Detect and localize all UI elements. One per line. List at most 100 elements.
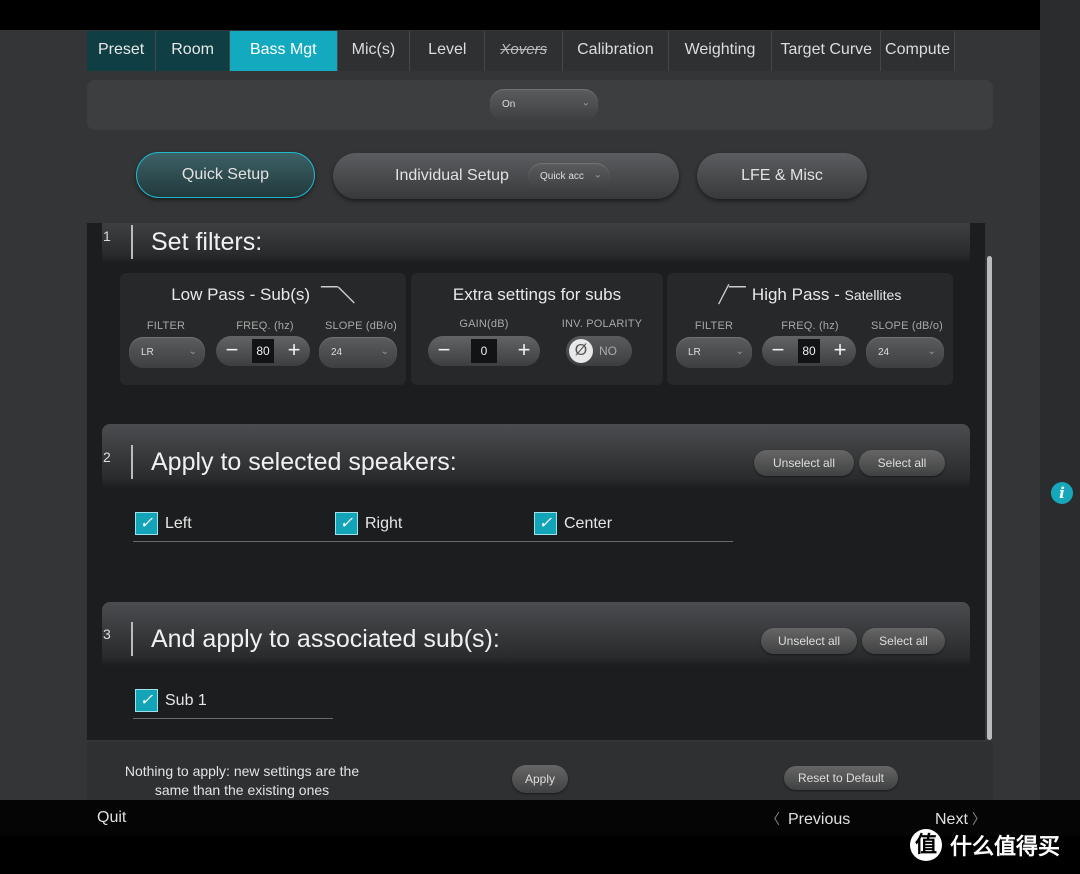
lp-filter-label: FILTER [146, 320, 186, 332]
chevron-left-icon: 〈 [766, 811, 780, 827]
gain-value[interactable]: 0 [471, 339, 497, 363]
individual-setup-select-value: Quick acc [540, 171, 584, 182]
lp-filter-value: LR [141, 347, 154, 358]
extra-settings-box: Extra settings for subs GAIN(dB) INV. PO… [411, 273, 663, 385]
chevron-down-icon: ⌄ [581, 97, 590, 109]
panel-scrollbar[interactable] [987, 256, 992, 740]
section-3-unselect-all-button[interactable]: Unselect all [761, 628, 857, 654]
minus-icon[interactable]: − [218, 336, 246, 366]
apply-button[interactable]: Apply [512, 765, 568, 793]
section-3-select-all-button[interactable]: Select all [862, 628, 945, 654]
tab-compute[interactable]: Compute [881, 31, 955, 71]
high-pass-title-suffix: Satellites [844, 287, 902, 303]
individual-setup-button[interactable]: Individual Setup [333, 153, 679, 199]
extra-settings-title: Extra settings for subs [452, 285, 622, 304]
inv-polarity-toggle[interactable]: Ø NO [566, 336, 632, 366]
lp-freq-label: FREQ. (hz) [236, 320, 294, 332]
tab-room[interactable]: Room [156, 31, 230, 71]
right-strip [1040, 0, 1080, 874]
checkbox-checked-icon[interactable]: ✓ [135, 512, 158, 535]
quit-button[interactable]: Quit [97, 809, 126, 827]
section-2-divider [131, 445, 133, 479]
section-3-divider [131, 622, 133, 656]
lp-slope-select[interactable]: 24 ⌄ [319, 337, 397, 368]
tab-level[interactable]: Level [410, 31, 486, 71]
hp-freq-value[interactable]: 80 [798, 339, 820, 363]
hp-filter-select[interactable]: LR ⌄ [676, 337, 752, 368]
sub-1-label: Sub 1 [165, 692, 207, 709]
lp-slope-value: 24 [331, 347, 343, 358]
section-2-select-all-button[interactable]: Select all [859, 450, 945, 476]
lp-freq-stepper[interactable]: − 80 + [216, 336, 310, 366]
hp-filter-value: LR [688, 347, 701, 358]
low-pass-box: Low Pass - Sub(s) ⎺╲ FILTER FREQ. (hz) S… [120, 273, 406, 385]
minus-icon[interactable]: − [764, 336, 792, 366]
previous-label: Previous [788, 811, 851, 828]
checkbox-checked-icon[interactable]: ✓ [335, 512, 358, 535]
high-pass-curve-icon: ╱⎺ [718, 285, 746, 304]
hp-filter-label: FILTER [694, 320, 734, 332]
speaker-center-checkbox-row[interactable]: ✓ Center [534, 512, 714, 538]
chevron-down-icon: ⌄ [927, 345, 936, 357]
section-3-title: And apply to associated sub(s): [151, 625, 500, 653]
checkbox-checked-icon[interactable]: ✓ [135, 689, 158, 712]
next-button[interactable]: Next 〉 [935, 809, 986, 829]
bass-mode-value: On [502, 99, 516, 110]
subs-divider [133, 718, 333, 719]
section-3-number: 3 [103, 626, 111, 642]
plus-icon[interactable]: + [510, 336, 538, 366]
low-pass-title: Low Pass - Sub(s) ⎺╲ [120, 285, 406, 305]
speaker-right-label: Right [365, 515, 403, 532]
chevron-down-icon: ⌄ [188, 345, 197, 357]
watermark-text: 什么值得买 [950, 834, 1061, 859]
tab-bar: Preset Room Bass Mgt Mic(s) Level Xovers… [87, 31, 955, 71]
hp-slope-value: 24 [878, 347, 890, 358]
hp-slope-select[interactable]: 24 ⌄ [866, 337, 944, 368]
next-label: Next [935, 811, 968, 828]
individual-setup-label: Individual Setup [395, 167, 509, 184]
lp-filter-select[interactable]: LR ⌄ [129, 337, 205, 368]
section-1-number: 1 [103, 228, 111, 244]
tab-weighting[interactable]: Weighting [668, 31, 773, 71]
speaker-left-checkbox-row[interactable]: ✓ Left [135, 512, 315, 538]
checkbox-checked-icon[interactable]: ✓ [534, 512, 557, 535]
section-2-number: 2 [103, 449, 111, 465]
gain-label: GAIN(dB) [459, 318, 509, 330]
status-message: Nothing to apply: new settings are the s… [124, 763, 360, 798]
tab-bass-mgt[interactable]: Bass Mgt [229, 31, 338, 71]
reset-to-default-button[interactable]: Reset to Default [784, 766, 898, 790]
individual-setup-select[interactable]: Quick acc ⌄ [528, 163, 610, 191]
chevron-right-icon: 〉 [971, 811, 986, 827]
plus-icon[interactable]: + [826, 336, 854, 366]
hp-freq-label: FREQ. (hz) [781, 320, 839, 332]
speakers-divider [133, 541, 733, 542]
inv-polarity-label: INV. POLARITY [561, 318, 643, 330]
tab-calibration[interactable]: Calibration [563, 31, 669, 71]
hp-slope-label: SLOPE (dB/o) [870, 320, 944, 332]
chevron-down-icon: ⌄ [380, 345, 389, 357]
hp-freq-stepper[interactable]: − 80 + [762, 336, 856, 366]
bass-mode-select[interactable]: On ⌄ [490, 89, 598, 121]
tab-mics[interactable]: Mic(s) [337, 31, 411, 71]
previous-button[interactable]: 〈 Previous [766, 809, 850, 829]
tab-preset[interactable]: Preset [87, 31, 157, 71]
gain-stepper[interactable]: − 0 + [428, 336, 540, 366]
watermark: 值 什么值得买 [910, 828, 1060, 862]
plus-icon[interactable]: + [280, 336, 308, 366]
tab-target-curve[interactable]: Target Curve [772, 31, 882, 71]
watermark-logo-icon: 值 [910, 829, 942, 861]
info-icon[interactable]: i [1051, 482, 1073, 504]
section-1-title: Set filters: [151, 228, 263, 256]
speaker-right-checkbox-row[interactable]: ✓ Right [335, 512, 515, 538]
quick-setup-button[interactable]: Quick Setup [136, 152, 315, 198]
polarity-icon: Ø [569, 339, 593, 363]
lfe-misc-button[interactable]: LFE & Misc [697, 153, 867, 199]
high-pass-title: ╱⎺ High Pass - Satellites [718, 285, 902, 304]
minus-icon[interactable]: − [430, 336, 458, 366]
tab-xovers[interactable]: Xovers [485, 31, 564, 71]
lp-freq-value[interactable]: 80 [252, 339, 274, 363]
section-2-unselect-all-button[interactable]: Unselect all [754, 450, 854, 476]
speaker-center-label: Center [564, 515, 613, 532]
lp-slope-label: SLOPE (dB/o) [324, 320, 398, 332]
sub-1-checkbox-row[interactable]: ✓ Sub 1 [135, 689, 315, 715]
